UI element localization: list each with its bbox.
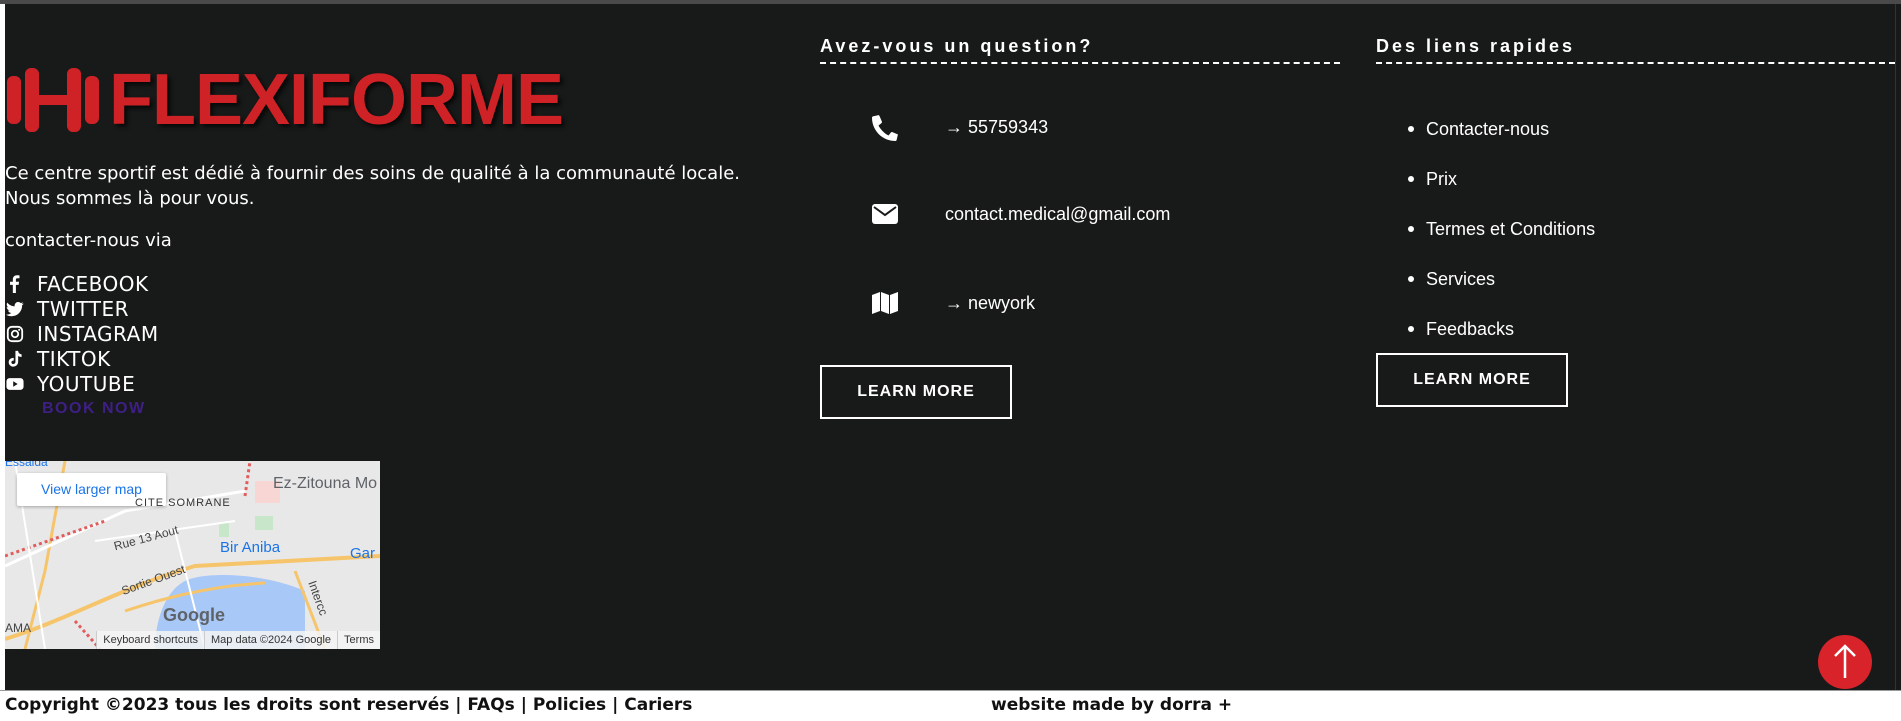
about-text: Ce centre sportif est dédié à fournir de… (5, 163, 740, 209)
copyright-text: Copyright ©2023 tous les droits sont res… (5, 695, 693, 715)
quick-links-list: Contacter-nous Prix Termes et Conditions… (1407, 116, 1595, 366)
social-label: TIKTOK (37, 346, 111, 371)
social-link-tiktok[interactable]: TIKTOK (5, 346, 159, 371)
email-address[interactable]: contact.medical@gmail.com (945, 204, 1170, 225)
learn-more-button[interactable]: LEARN MORE (820, 365, 1012, 419)
question-divider (820, 62, 1340, 64)
social-label: INSTAGRAM (37, 321, 159, 346)
map-label: Bir Aniba (220, 539, 281, 556)
map-label: CITE SOMRANE (135, 497, 231, 509)
tiktok-icon (5, 349, 25, 369)
learn-more-button-links[interactable]: LEARN MORE (1376, 353, 1568, 407)
embedded-map[interactable]: View larger map Ez-Zitouna Mo CITE SOMRA… (5, 461, 380, 649)
envelope-icon (870, 199, 900, 229)
scroll-to-top-button[interactable] (1818, 635, 1872, 689)
question-title: Avez-vous un question? (820, 36, 1094, 56)
social-links: FACEBOOK TWITTER INSTAGRAM TIKTOK YOUTUB… (5, 271, 159, 396)
map-label: Ez-Zitouna Mo (273, 475, 378, 492)
phone-icon (870, 113, 900, 143)
quick-link-services[interactable]: Services (1407, 266, 1595, 316)
twitter-icon (5, 299, 25, 319)
quick-links-title: Des liens rapides (1376, 36, 1576, 56)
page-scrollbar[interactable] (1895, 4, 1901, 690)
keyboard-shortcuts-link[interactable]: Keyboard shortcuts (96, 631, 205, 649)
book-now-link[interactable]: BOOK NOW (42, 400, 146, 418)
quick-link-contact[interactable]: Contacter-nous (1407, 116, 1595, 166)
quick-links-divider (1376, 62, 1895, 64)
map-label: Gar (350, 545, 376, 562)
social-link-youtube[interactable]: YOUTUBE (5, 371, 159, 396)
map-attribution: Keyboard shortcuts Map data ©2024 Google… (5, 631, 380, 649)
instagram-icon (5, 324, 25, 344)
copyright-bar: Copyright ©2023 tous les droits sont res… (0, 690, 1901, 721)
social-link-twitter[interactable]: TWITTER (5, 296, 159, 321)
brand-name: FLEXIFORME (109, 60, 564, 140)
address-text: → newyork (945, 293, 1036, 313)
arrow-up-icon (1834, 644, 1856, 678)
quick-link-terms[interactable]: Termes et Conditions (1407, 216, 1595, 266)
map-label: Essaida (5, 461, 48, 469)
social-label: YOUTUBE (37, 371, 136, 396)
social-label: FACEBOOK (37, 271, 149, 296)
social-link-facebook[interactable]: FACEBOOK (5, 271, 159, 296)
contact-via-label: contacter-nous via (5, 230, 172, 251)
brand-logo[interactable]: FLEXIFORME (5, 60, 564, 140)
map-icon (870, 288, 900, 318)
youtube-icon (5, 374, 25, 394)
google-logo: Google (163, 605, 225, 625)
dumbbell-icon (7, 68, 99, 132)
facebook-icon (5, 274, 25, 294)
made-by-text: website made by dorra + (991, 695, 1233, 715)
terms-link[interactable]: Terms (337, 631, 380, 649)
phone-number[interactable]: → 55759343 (945, 117, 1048, 138)
social-link-instagram[interactable]: INSTAGRAM (5, 321, 159, 346)
social-label: TWITTER (37, 296, 130, 321)
quick-link-prix[interactable]: Prix (1407, 166, 1595, 216)
map-data-text: Map data ©2024 Google (204, 631, 338, 649)
